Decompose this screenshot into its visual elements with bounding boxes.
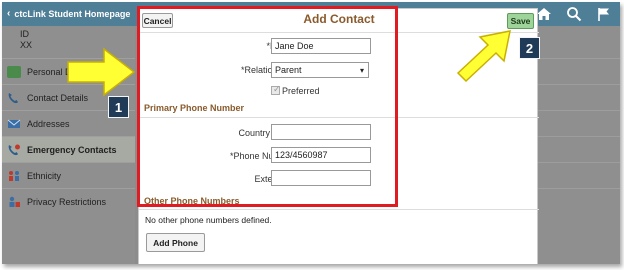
id-value: XX [20, 40, 33, 50]
highlight-box [137, 6, 398, 207]
section-divider [139, 209, 539, 210]
emergency-phone-icon [8, 144, 20, 155]
sidebar-item-privacy-restrictions[interactable]: Privacy Restrictions [2, 188, 135, 214]
envelope-icon [7, 119, 21, 128]
homepage-back-link[interactable]: ‹ ctcLink Student Homepage [7, 8, 130, 19]
sidebar-item-emergency-contacts[interactable]: Emergency Contacts [2, 136, 135, 162]
people-icon [9, 170, 19, 181]
sidebar-item-ethnicity[interactable]: Ethnicity [2, 162, 135, 188]
chevron-left-icon: ‹ [7, 8, 11, 19]
student-id-block: ID XX [20, 29, 32, 51]
add-phone-button[interactable]: Add Phone [146, 233, 205, 252]
homepage-link-label: ctcLink Student Homepage [14, 8, 131, 19]
phone-icon [8, 92, 18, 103]
sidebar-item-label: Emergency Contacts [27, 144, 117, 155]
callout-badge-2: 2 [519, 37, 540, 59]
lock-person-icon [9, 196, 20, 207]
id-label: ID [20, 29, 29, 39]
person-card-icon [7, 65, 21, 78]
arrow-up-right-icon [456, 30, 511, 83]
flag-icon[interactable] [596, 6, 612, 22]
arrow-right-icon [67, 47, 136, 97]
sidebar-item-label: Privacy Restrictions [27, 196, 107, 207]
header-actions [536, 6, 612, 22]
sidebar-item-label: Ethnicity [27, 170, 62, 181]
callout-badge-1: 1 [108, 96, 129, 118]
search-icon[interactable] [566, 6, 582, 22]
sidebar-item-label: Addresses [27, 118, 70, 129]
no-other-phones-text: No other phone numbers defined. [145, 215, 272, 225]
